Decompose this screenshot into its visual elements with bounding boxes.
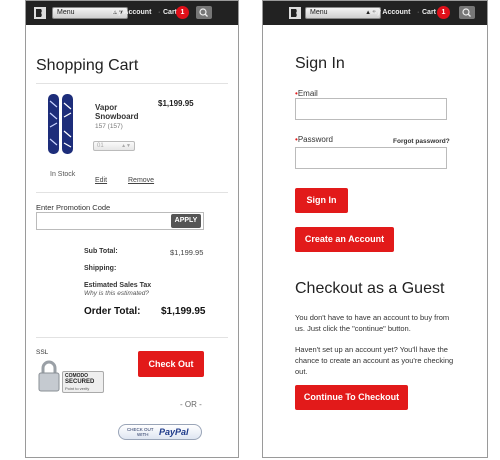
- search-button[interactable]: [459, 6, 475, 19]
- remove-link[interactable]: Remove: [128, 177, 154, 184]
- comodo-line2: SECURED: [65, 379, 95, 385]
- top-nav-bar: Menu ▲▼ My Account · Cart 1: [263, 1, 487, 25]
- comodo-secured-badge[interactable]: COMODO SECURED Point to verify: [62, 371, 104, 393]
- my-account-link[interactable]: My Account: [371, 9, 410, 16]
- menu-dropdown[interactable]: Menu ▲▼: [305, 7, 381, 19]
- order-total-label: Order Total:: [84, 306, 141, 317]
- check-out-button[interactable]: Check Out: [138, 351, 204, 377]
- my-account-link[interactable]: My Account: [112, 9, 151, 16]
- search-icon: [199, 8, 208, 17]
- page-title: Shopping Cart: [36, 57, 139, 74]
- shipping-label: Shipping:: [84, 265, 117, 272]
- email-field[interactable]: [295, 98, 447, 120]
- paypal-caption-line2: WITH: [137, 432, 149, 437]
- menu-dropdown-label: Menu: [310, 9, 328, 16]
- subtotal-label: Sub Total:: [84, 248, 118, 255]
- tax-label: Estimated Sales Tax: [84, 282, 152, 289]
- divider: [36, 192, 228, 193]
- cart-count-badge: 1: [176, 6, 189, 19]
- guest-section-title: Checkout as a Guest: [295, 280, 445, 297]
- edit-link[interactable]: Edit: [95, 177, 107, 184]
- nav-separator: ·: [417, 9, 420, 16]
- product-name[interactable]: Vapor Snowboard: [95, 103, 139, 121]
- product-name-line1: Vapor: [95, 103, 118, 112]
- comodo-line3: Point to verify: [65, 386, 90, 391]
- sign-in-button[interactable]: Sign In: [295, 188, 348, 213]
- guest-paragraph-1: You don't have to have an account to buy…: [295, 313, 450, 333]
- page-title: Sign In: [295, 55, 345, 72]
- order-total-value: $1,199.95: [161, 306, 206, 317]
- or-separator: - OR -: [180, 400, 202, 409]
- apply-button[interactable]: APPLY: [171, 214, 201, 228]
- guest-paragraph-2: Haven't set up an account yet? You'll ha…: [295, 345, 454, 376]
- divider: [36, 337, 228, 338]
- subtotal-value: $1,199.95: [170, 248, 204, 257]
- menu-dropdown-label: Menu: [57, 9, 75, 16]
- create-account-button[interactable]: Create an Account: [295, 227, 394, 252]
- continue-to-checkout-button[interactable]: Continue To Checkout: [295, 385, 408, 410]
- search-button[interactable]: [196, 6, 212, 19]
- password-label: •Password: [295, 135, 333, 144]
- product-name-line2: Snowboard: [95, 112, 139, 121]
- search-icon: [462, 8, 471, 17]
- quantity-select[interactable]: 01 ▲▼: [93, 141, 135, 151]
- paypal-checkout-button[interactable]: CHECK OUT WITH PayPal: [118, 424, 202, 440]
- brand-logo-icon[interactable]: [289, 7, 301, 19]
- cart-link[interactable]: Cart: [422, 9, 436, 16]
- cart-link[interactable]: Cart: [163, 9, 177, 16]
- password-field[interactable]: [295, 147, 447, 169]
- chevron-updown-icon: ▲▼: [121, 143, 131, 149]
- paypal-logo: PayPal: [159, 427, 189, 437]
- top-nav-bar: Menu ▲▼ My Account · Cart 1: [26, 1, 238, 25]
- signin-screen: Menu ▲▼ My Account · Cart 1 Sign In •Ema…: [262, 0, 488, 458]
- promo-label: Enter Promotion Code: [36, 203, 111, 212]
- cart-screen: Menu ▲▼ My Account · Cart 1 Shopping Car…: [25, 0, 239, 458]
- brand-logo-icon[interactable]: [34, 7, 46, 19]
- product-size: 157 (157): [95, 123, 123, 130]
- email-label: •Email: [295, 89, 318, 98]
- snowboard-product-image[interactable]: [46, 93, 76, 155]
- padlock-icon: [38, 360, 60, 392]
- password-label-text: Password: [297, 135, 333, 144]
- product-price: $1,199.95: [158, 99, 194, 108]
- nav-separator: ·: [158, 9, 161, 16]
- divider: [36, 83, 228, 84]
- stock-status: In Stock: [50, 171, 76, 178]
- forgot-password-link[interactable]: Forgot password?: [393, 138, 450, 145]
- ssl-label: SSL: [36, 349, 49, 356]
- tax-why-link[interactable]: Why is this estimated?: [84, 290, 149, 297]
- email-label-text: Email: [297, 89, 318, 98]
- quantity-value: 01: [97, 143, 104, 149]
- cart-count-badge: 1: [437, 6, 450, 19]
